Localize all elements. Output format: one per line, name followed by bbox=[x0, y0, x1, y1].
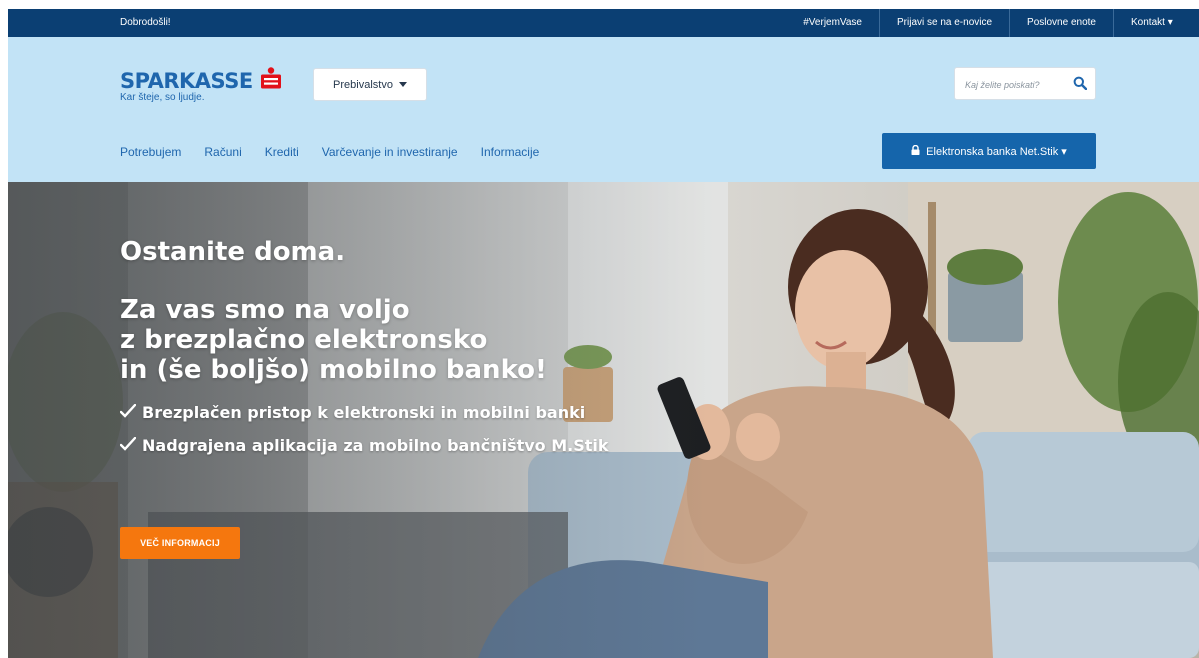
search-box bbox=[954, 67, 1096, 100]
hero-subtitle-line: z brezplačno elektronsko bbox=[120, 325, 488, 355]
check-icon bbox=[119, 436, 137, 455]
ebank-login-button[interactable]: Elektronska banka Net.Stik ▾ bbox=[882, 133, 1096, 169]
hero-subtitle: Za vas smo na voljo z brezplačno elektro… bbox=[120, 295, 609, 385]
site-header: SPARKASSE Kar šteje, so ljudje. Prebival… bbox=[8, 37, 1199, 182]
check-icon bbox=[119, 403, 137, 422]
nav-item-informacije[interactable]: Informacije bbox=[481, 145, 540, 159]
logo-slogan: Kar šteje, so ljudje. bbox=[120, 92, 205, 103]
main-navigation: Potrebujem Računi Krediti Varčevanje in … bbox=[120, 145, 539, 159]
hero-bullet: Nadgrajena aplikacija za mobilno bančniš… bbox=[119, 436, 609, 455]
branches-link[interactable]: Poslovne enote bbox=[1009, 9, 1113, 37]
lock-icon bbox=[911, 144, 920, 158]
caret-down-icon bbox=[398, 79, 407, 91]
hero-title: Ostanite doma. bbox=[120, 237, 346, 267]
newsletter-link[interactable]: Prijavi se na e-novice bbox=[879, 9, 1009, 37]
nav-item-potrebujem[interactable]: Potrebujem bbox=[120, 145, 181, 159]
contact-menu[interactable]: Kontakt ▾ bbox=[1113, 9, 1199, 37]
hero-bullets: Brezplačen pristop k elektronski in mobi… bbox=[119, 403, 609, 455]
logo-wordmark: SPARKASSE bbox=[120, 68, 253, 93]
hero-bullet-text: Brezplačen pristop k elektronski in mobi… bbox=[142, 403, 586, 422]
more-info-button[interactable]: VEČ INFORMACIJ bbox=[120, 527, 240, 559]
nav-item-krediti[interactable]: Krediti bbox=[265, 145, 299, 159]
residence-dropdown[interactable]: Prebivalstvo bbox=[313, 68, 427, 101]
ebank-button-label: Elektronska banka Net.Stik ▾ bbox=[926, 145, 1067, 158]
verjemvase-link[interactable]: #VerjemVase bbox=[786, 9, 879, 37]
search-icon[interactable] bbox=[1073, 76, 1088, 95]
residence-dropdown-label: Prebivalstvo bbox=[333, 78, 393, 91]
hero-text: Ostanite doma. Za vas smo na voljo z bre… bbox=[119, 237, 609, 469]
hero-bullet-text: Nadgrajena aplikacija za mobilno bančniš… bbox=[142, 436, 609, 455]
nav-item-racuni[interactable]: Računi bbox=[204, 145, 241, 159]
hero-subtitle-line: in (še boljšo) mobilno banko! bbox=[120, 355, 547, 385]
search-input[interactable] bbox=[963, 75, 1069, 95]
nav-item-varcevanje[interactable]: Varčevanje in investiranje bbox=[322, 145, 458, 159]
sparkasse-logo[interactable]: SPARKASSE Kar šteje, so ljudje. bbox=[120, 67, 282, 103]
page-frame: Dobrodošli! #VerjemVase Prijavi se na e-… bbox=[8, 9, 1199, 658]
welcome-text: Dobrodošli! bbox=[120, 17, 171, 28]
sparkasse-s-logo-icon bbox=[261, 67, 282, 94]
utility-links: #VerjemVase Prijavi se na e-novice Poslo… bbox=[786, 9, 1199, 37]
top-utility-bar: Dobrodošli! #VerjemVase Prijavi se na e-… bbox=[8, 9, 1199, 37]
hero-bullet: Brezplačen pristop k elektronski in mobi… bbox=[119, 403, 609, 422]
hero-banner: Ostanite doma. Za vas smo na voljo z bre… bbox=[8, 182, 1199, 658]
hero-subtitle-line: Za vas smo na voljo bbox=[120, 295, 410, 325]
